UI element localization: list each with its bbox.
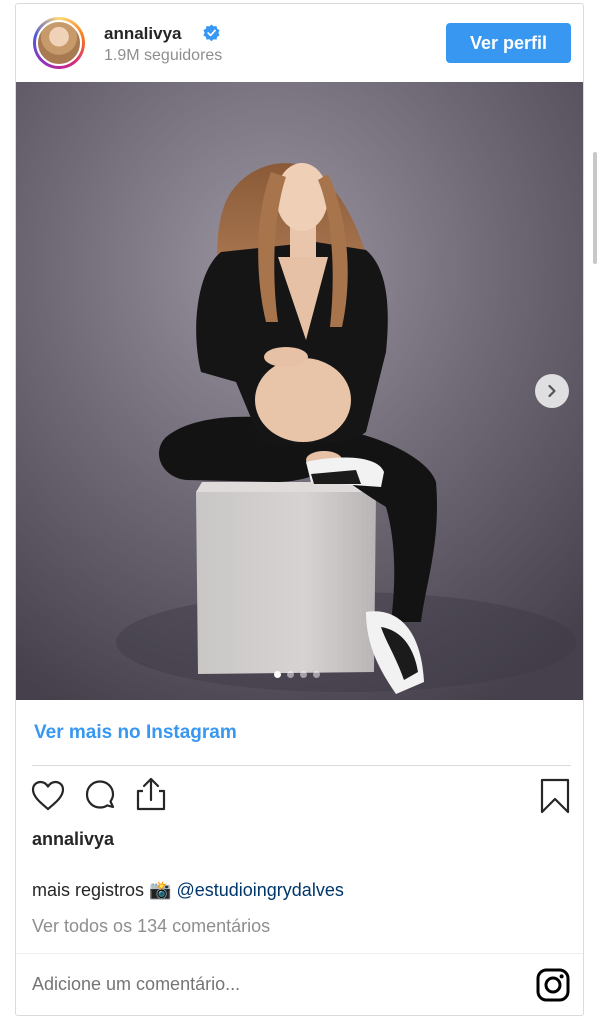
view-all-comments-link[interactable]: Ver todos os 134 comentários [32,916,270,937]
instagram-embed-card: annalivya 1.9M seguidores Ver perfil Ver… [15,3,584,1016]
divider [32,765,571,766]
instagram-logo-icon[interactable] [536,968,570,1002]
avatar-ring[interactable] [33,17,85,69]
carousel-dot[interactable] [313,671,320,678]
add-comment-input[interactable] [32,974,512,995]
chevron-right-icon [548,384,556,398]
view-more-link[interactable]: Ver mais no Instagram [34,722,237,744]
carousel-dot[interactable] [274,671,281,678]
post-caption: mais registros 📸 @estudioingrydalves [32,880,344,901]
bookmark-icon[interactable] [537,778,573,814]
followers-count: 1.9M seguidores [104,47,223,64]
photo-illustration [16,82,583,700]
carousel-dot[interactable] [300,671,307,678]
caption-text: mais registros 📸 [32,880,172,900]
carousel-dot[interactable] [287,671,294,678]
carousel-next-button[interactable] [535,374,569,408]
post-photo[interactable] [16,82,583,700]
share-icon[interactable] [133,776,169,812]
post-owner-username[interactable]: annalivya [32,829,114,850]
view-profile-button[interactable]: Ver perfil [446,23,571,63]
post-header: annalivya 1.9M seguidores Ver perfil [16,4,583,82]
caption-mention-link[interactable]: @estudioingrydalves [176,880,343,900]
comment-icon[interactable] [82,778,118,814]
divider [16,953,583,954]
verified-badge-icon [203,24,220,42]
avatar [36,20,82,66]
username[interactable]: annalivya [104,24,182,44]
carousel-dots [274,671,320,678]
scrollbar[interactable] [593,152,597,264]
heart-icon[interactable] [30,778,66,814]
